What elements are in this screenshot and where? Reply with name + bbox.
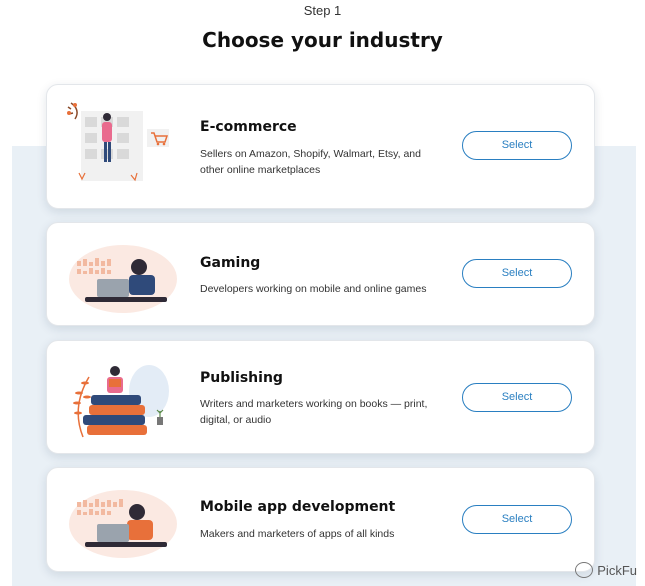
select-button[interactable]: Select [462, 259, 572, 288]
select-button[interactable]: Select [462, 505, 572, 534]
gamer-laptop-illustration [69, 245, 177, 313]
industry-title: Mobile app development [200, 499, 396, 515]
industry-card-mobile-app[interactable]: Mobile app development Makers and market… [46, 467, 595, 572]
select-button[interactable]: Select [462, 383, 572, 412]
watermark-text: PickFu [597, 562, 637, 578]
industry-card-gaming[interactable]: Gaming Developers working on mobile and … [46, 222, 595, 326]
industry-title: E-commerce [200, 119, 297, 135]
watermark: PickFu [575, 562, 637, 578]
industry-card-publishing[interactable]: Publishing Writers and marketers working… [46, 340, 595, 454]
industry-card-ecommerce[interactable]: E-commerce Sellers on Amazon, Shopify, W… [46, 84, 595, 209]
reader-books-illustration [73, 365, 169, 438]
ecommerce-shopper-illustration [67, 102, 169, 182]
industry-description: Developers working on mobile and online … [200, 283, 427, 295]
industry-description: Sellers on Amazon, Shopify, Walmart, Ets… [200, 148, 421, 176]
developer-laptop-illustration [69, 490, 177, 558]
step-label: Step 1 [303, 3, 342, 18]
select-button[interactable]: Select [462, 131, 572, 160]
industry-description: Makers and marketers of apps of all kind… [200, 528, 395, 540]
industry-title: Gaming [200, 255, 261, 271]
industry-description: Writers and marketers working on books —… [200, 398, 428, 426]
page-title: Choose your industry [202, 28, 443, 52]
wechat-icon [575, 562, 594, 578]
industry-title: Publishing [200, 370, 283, 386]
